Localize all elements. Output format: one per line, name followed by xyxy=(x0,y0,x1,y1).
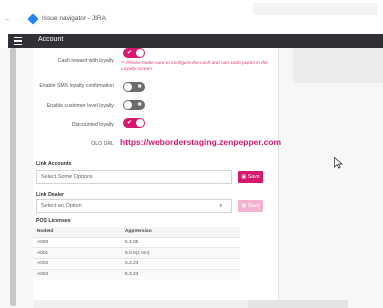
cell-nodeid: A001 xyxy=(33,247,121,259)
setting-label-sms-loyalty: Enable SMS loyalty confirmation xyxy=(39,83,114,89)
link-accounts-save-button[interactable]: ▣ Save xyxy=(238,171,263,183)
cell-appversion: 5.3.23 xyxy=(121,268,240,280)
link-dealer-select[interactable]: Select an Option ▼ xyxy=(36,199,232,213)
cell-nodeid: A003 xyxy=(33,268,121,280)
olo-url-label: OLO URL xyxy=(91,141,114,147)
link-accounts-placeholder: Select Some Options xyxy=(41,174,93,180)
browser-tab-strip: ← Issue navigator - JIRA xyxy=(0,0,383,34)
left-gutter xyxy=(0,48,33,308)
olo-url-value[interactable]: https://weborderstaging.zenpepper.com xyxy=(120,137,281,147)
pos-licenses-label: POS Licenses xyxy=(36,218,71,224)
cell-nodeid: A002 xyxy=(33,257,121,270)
table-row: A002 5.3.23 xyxy=(33,257,240,270)
hamburger-menu-icon[interactable] xyxy=(14,37,22,46)
right-panel xyxy=(278,48,383,308)
toggle-cash-reward[interactable]: ✔ xyxy=(123,48,145,58)
toggle-sms-loyalty[interactable]: ✖ xyxy=(123,82,145,92)
toggle-discounted-loyalty[interactable]: ✔ xyxy=(123,118,145,128)
table-row: A000 5.3.05 xyxy=(33,236,240,248)
right-panel-box xyxy=(293,48,383,83)
toggle-customer-level[interactable]: ✖ xyxy=(123,100,145,110)
check-icon: ✔ xyxy=(127,120,133,126)
mouse-cursor-icon xyxy=(334,157,343,169)
link-dealer-placeholder: Select an Option xyxy=(41,203,82,209)
cross-icon: ✖ xyxy=(137,102,142,108)
bottom-strip-right xyxy=(248,300,348,308)
setting-label-discounted-loyalty: Discounted loyalty xyxy=(71,122,114,128)
app-header: Account xyxy=(8,34,383,48)
cell-nodeid: A000 xyxy=(33,236,121,248)
link-accounts-select[interactable]: Select Some Options xyxy=(36,170,232,184)
cash-loyalty-note: ** Please make sure to configure the cas… xyxy=(121,61,268,73)
table-row: A001 5.0.6(1.0m) xyxy=(33,247,240,259)
back-arrow-icon[interactable]: ← xyxy=(4,16,11,23)
table-row: A003 5.3.23 xyxy=(33,268,240,280)
link-accounts-label: Link Accounts xyxy=(36,161,72,167)
panel-divider xyxy=(278,48,279,308)
cell-appversion: 5.0.6(1.0m) xyxy=(121,247,240,259)
pos-licenses-table: NodeId AppVersion A000 5.3.05 A001 5.0.6… xyxy=(33,227,240,280)
address-bar[interactable] xyxy=(253,3,378,15)
column-header-appversion: AppVersion xyxy=(121,227,240,237)
bottom-strip xyxy=(33,300,278,308)
chevron-down-icon: ▼ xyxy=(218,203,223,208)
link-dealer-save-button[interactable]: ▣ Save xyxy=(238,200,263,212)
setting-label-customer-level: Enable customer level loyalty xyxy=(46,103,114,109)
cell-appversion: 5.3.23 xyxy=(121,257,240,270)
check-icon: ✔ xyxy=(127,50,133,56)
jira-logo-icon xyxy=(27,13,39,25)
cross-icon: ✖ xyxy=(137,84,142,90)
cell-appversion: 5.3.05 xyxy=(121,236,240,248)
vertical-scrollbar[interactable] xyxy=(10,48,16,306)
table-header-row: NodeId AppVersion xyxy=(33,227,240,237)
browser-tab-title[interactable]: Issue navigator - JIRA xyxy=(42,15,106,22)
link-dealer-label: Link Dealer xyxy=(36,192,64,198)
column-header-nodeid: NodeId xyxy=(33,227,121,237)
page-title: Account xyxy=(38,36,64,43)
setting-label-cash-reward: Cash reward with loyalty xyxy=(57,58,114,64)
